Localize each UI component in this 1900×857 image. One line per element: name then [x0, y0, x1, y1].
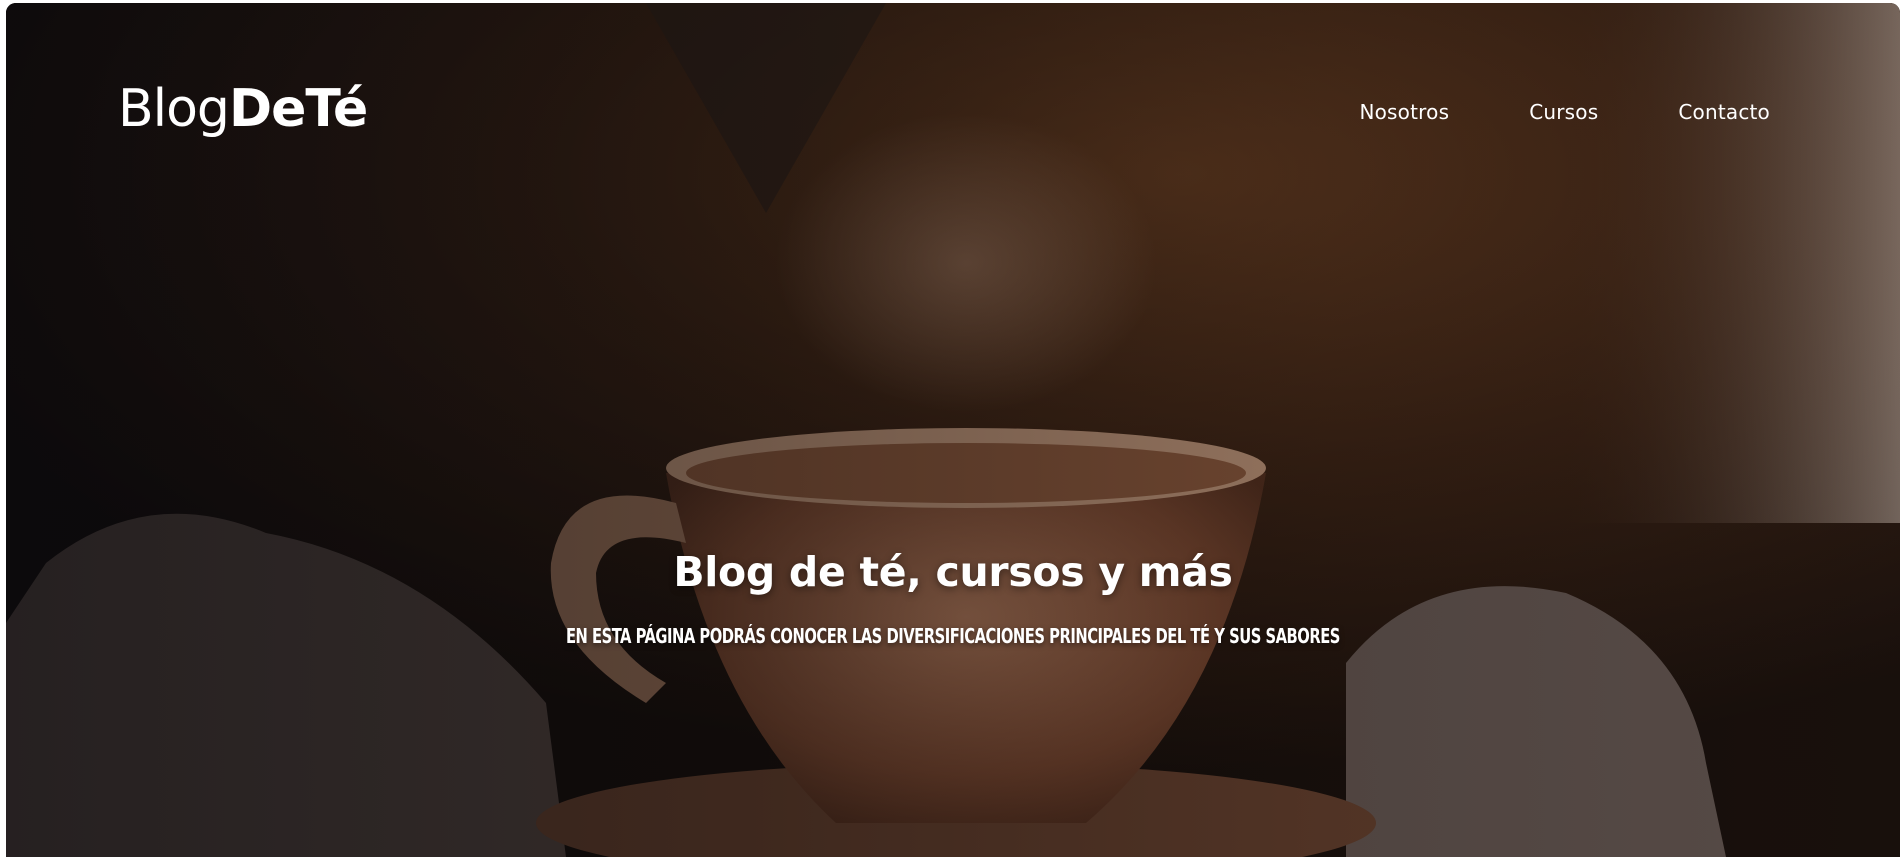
logo-text-light: Blog: [118, 79, 230, 139]
main-nav: Nosotros Cursos Contacto: [1359, 100, 1770, 124]
logo-text-bold: DeTé: [228, 79, 368, 139]
hero-subtitle: En esta página podrás conocer las divers…: [566, 624, 1340, 648]
nav-link-cursos[interactable]: Cursos: [1529, 100, 1598, 124]
site-logo[interactable]: BlogDeTé: [118, 83, 368, 135]
nav-link-contacto[interactable]: Contacto: [1678, 100, 1770, 124]
page-frame: BlogDeTé Nosotros Cursos Contacto Blog d…: [6, 3, 1900, 857]
hero-title: Blog de té, cursos y más: [673, 548, 1233, 596]
nav-link-nosotros[interactable]: Nosotros: [1359, 100, 1449, 124]
hero-content: Blog de té, cursos y más En esta página …: [6, 548, 1900, 648]
site-header: BlogDeTé Nosotros Cursos Contacto: [6, 3, 1900, 223]
